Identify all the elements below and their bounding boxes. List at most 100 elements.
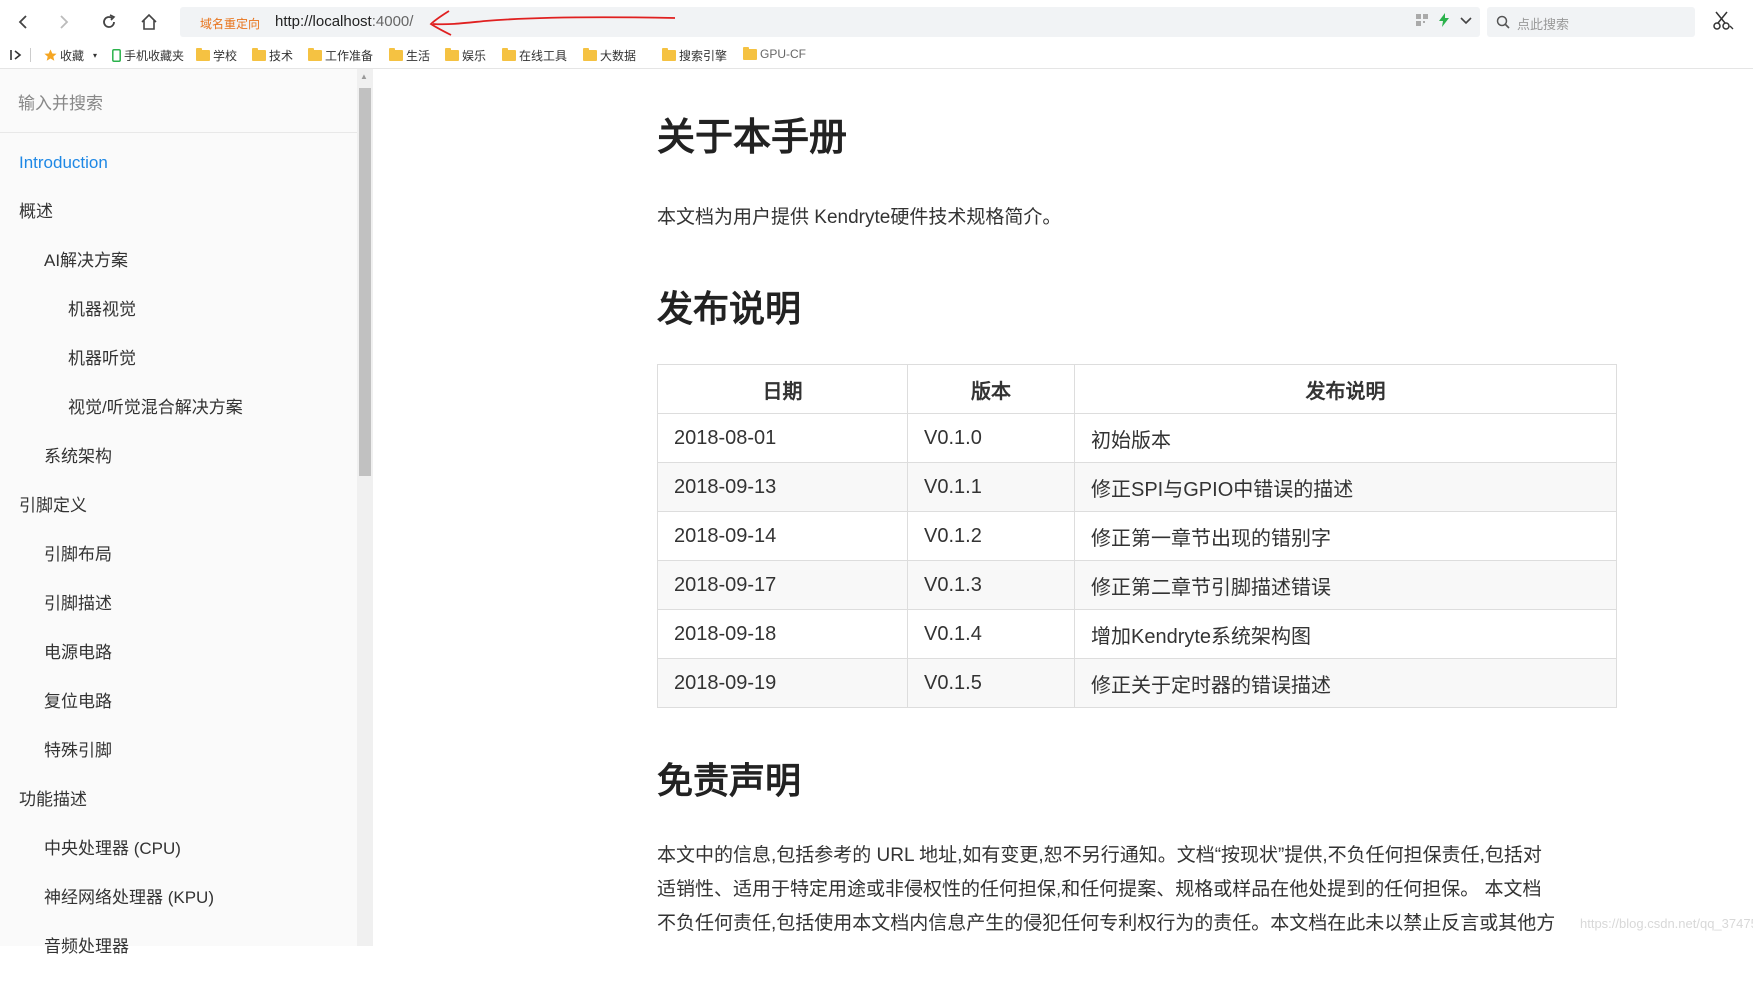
folder-icon [662, 48, 676, 61]
redirect-label: 域名重定向 [200, 17, 261, 31]
bookmark-folder-gpu[interactable]: GPU-CF [743, 46, 808, 61]
folder-icon [445, 48, 459, 61]
forward-arrow-icon [60, 15, 69, 29]
sidebar-scroll-thumb[interactable] [359, 88, 371, 476]
nav-item-function-description[interactable]: 功能描述 [0, 786, 340, 835]
nav-item-machine-vision[interactable]: 机器视觉 [0, 296, 340, 345]
reload-icon [103, 14, 116, 28]
cell-version: V0.1.5 [907, 658, 1075, 708]
nav-item-reset-circuit[interactable]: 复位电路 [0, 688, 340, 737]
cell-notes: 初始版本 [1074, 413, 1617, 463]
sidebar-search[interactable]: 输入并搜索 [0, 69, 358, 133]
star-icon [44, 49, 57, 61]
bookmark-mobile[interactable]: 手机收藏夹 [112, 47, 184, 64]
cell-version: V0.1.1 [907, 462, 1075, 512]
bookmark-folder-fun[interactable]: 娱乐 [445, 47, 486, 64]
bookmark-folder-bigdata[interactable]: 大数据 [583, 47, 650, 64]
table-row: 2018-09-17 V0.1.3 修正第二章节引脚描述错误 [657, 560, 1617, 610]
table-row: 2018-09-19 V0.1.5 修正关于定时器的错误描述 [657, 658, 1617, 708]
disclaimer-line: 本文中的信息,包括参考的 URL 地址,如有变更,恕不另行通知。文档“按现状”提… [657, 845, 1542, 866]
nav-item-ai-solution[interactable]: AI解决方案 [0, 247, 340, 296]
bookmark-label: 生活 [406, 49, 431, 63]
scissors-icon[interactable] [1712, 10, 1734, 32]
watermark: https://blog.csdn.net/qq_37475168 [1580, 916, 1753, 931]
sidebar-toggle-icon[interactable] [10, 49, 24, 61]
browser-search-box[interactable]: 点此搜索 [1487, 7, 1695, 37]
reload-button[interactable] [95, 8, 123, 36]
cell-notes: 修正第二章节引脚描述错误 [1074, 560, 1617, 610]
bookmark-label: 娱乐 [462, 49, 487, 63]
url-host: http://localhost [275, 13, 372, 30]
nav-item-pin-layout[interactable]: 引脚布局 [0, 541, 340, 590]
nav-item-overview[interactable]: 概述 [0, 198, 340, 247]
disclaimer-paragraph: 本文中的信息,包括参考的 URL 地址,如有变更,恕不另行通知。文档“按现状”提… [657, 839, 1617, 941]
bookmark-label: 手机收藏夹 [124, 49, 185, 63]
folder-icon [583, 48, 597, 61]
disclaimer-line: 适销性、适用于特定用途或非侵权性的任何担保,和任何提案、规格或样品在他处提到的任… [657, 879, 1542, 900]
cell-date: 2018-09-17 [657, 560, 908, 610]
sidebar-nav: Introduction 概述 AI解决方案 机器视觉 机器听觉 视觉/听觉混合… [0, 149, 340, 982]
cell-version: V0.1.3 [907, 560, 1075, 610]
bookmark-folder-tech[interactable]: 技术 [252, 47, 293, 64]
bookmark-label: 收藏 [60, 49, 85, 63]
browser-toolbar: 域名重定向 http://localhost:4000/ 点此搜索 [0, 0, 1753, 42]
cell-date: 2018-08-01 [657, 413, 908, 463]
nav-item-audio-processor[interactable]: 音频处理器 [0, 933, 340, 982]
qr-code-icon[interactable] [1416, 14, 1428, 26]
nav-item-pin-description[interactable]: 引脚描述 [0, 590, 340, 639]
disclaimer-line: 不负任何责任,包括使用本文档内信息产生的侵犯任何专利权行为的责任。本文档在此未以… [657, 913, 1556, 934]
address-bar[interactable]: 域名重定向 http://localhost:4000/ [180, 7, 1480, 37]
folder-icon [252, 48, 266, 61]
back-button[interactable] [9, 8, 37, 36]
back-arrow-icon [18, 15, 27, 29]
phone-icon [112, 49, 121, 62]
scroll-up-arrow-icon[interactable]: ▲ [360, 72, 368, 81]
cell-notes: 修正关于定时器的错误描述 [1074, 658, 1617, 708]
bookmark-folder-school[interactable]: 学校 [196, 47, 237, 64]
bookmarks-divider [30, 48, 31, 62]
disclaimer-heading: 免责声明 [657, 760, 802, 801]
cell-date: 2018-09-13 [657, 462, 908, 512]
table-header-row: 日期 版本 发布说明 [657, 364, 1617, 414]
nav-item-introduction[interactable]: Introduction [0, 149, 340, 198]
dropdown-arrow-icon: ▾ [93, 51, 98, 60]
search-icon [1496, 15, 1510, 29]
bookmark-label: 工作准备 [325, 49, 374, 63]
bookmark-folder-work[interactable]: 工作准备 [308, 47, 373, 64]
chevron-down-icon[interactable] [1460, 14, 1472, 26]
bookmark-folder-tools[interactable]: 在线工具 [502, 47, 567, 64]
nav-item-power-circuit[interactable]: 电源电路 [0, 639, 340, 688]
nav-item-system-architecture[interactable]: 系统架构 [0, 443, 340, 492]
nav-item-kpu[interactable]: 神经网络处理器 (KPU) [0, 884, 340, 933]
table-row: 2018-09-18 V0.1.4 增加Kendryte系统架构图 [657, 609, 1617, 659]
url-rest: :4000/ [371, 13, 414, 30]
folder-icon [196, 48, 210, 61]
nav-item-hybrid-solution[interactable]: 视觉/听觉混合解决方案 [0, 394, 340, 443]
bookmark-label: 在线工具 [519, 49, 568, 63]
bookmark-folder-life[interactable]: 生活 [389, 47, 430, 64]
bookmark-favorites[interactable]: 收藏 ▾ [44, 47, 97, 64]
release-notes-table: 日期 版本 发布说明 2018-08-01 V0.1.0 初始版本 2018-0… [657, 364, 1617, 708]
sidebar-search-placeholder: 输入并搜索 [18, 94, 103, 113]
nav-item-cpu[interactable]: 中央处理器 (CPU) [0, 835, 340, 884]
bookmark-folder-search[interactable]: 搜索引擎 [662, 47, 727, 64]
table-row: 2018-09-14 V0.1.2 修正第一章节出现的错别字 [657, 511, 1617, 561]
docs-sidebar: 输入并搜索 Introduction 概述 AI解决方案 机器视觉 机器听觉 视… [0, 69, 359, 956]
table-row: 2018-08-01 V0.1.0 初始版本 [657, 413, 1617, 463]
cell-date: 2018-09-18 [657, 609, 908, 659]
bookmark-label: 学校 [213, 49, 238, 63]
home-button[interactable] [135, 8, 163, 36]
annotation-arrow-icon [429, 10, 676, 36]
forward-button[interactable] [50, 8, 78, 36]
browser-search-placeholder: 点此搜索 [1517, 17, 1570, 32]
cell-version: V0.1.4 [907, 609, 1075, 659]
lightning-icon[interactable] [1438, 13, 1450, 27]
folder-icon [502, 48, 516, 61]
nav-item-special-pins[interactable]: 特殊引脚 [0, 737, 340, 786]
cell-date: 2018-09-14 [657, 511, 908, 561]
cell-notes: 增加Kendryte系统架构图 [1074, 609, 1617, 659]
nav-item-pin-definition[interactable]: 引脚定义 [0, 492, 340, 541]
url-text[interactable]: http://localhost:4000/ [275, 13, 413, 30]
nav-item-machine-hearing[interactable]: 机器听觉 [0, 345, 340, 394]
column-header-version: 版本 [907, 364, 1075, 414]
